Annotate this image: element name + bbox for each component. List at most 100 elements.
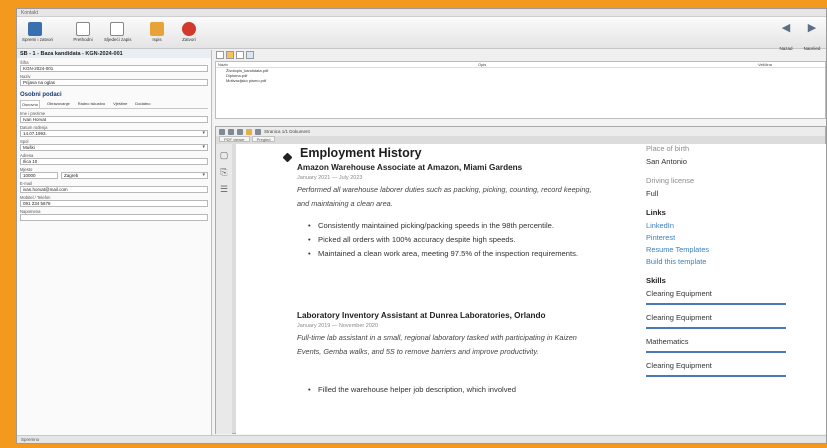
app-window: Kontakt Spremi i zatvori Prethodni Sljed… [16,8,827,444]
bookmark-icon[interactable]: ☰ [216,184,232,195]
print-icon[interactable] [237,128,243,135]
skill-item: Clearing Equipment [646,289,786,305]
list-item: Filled the warehouse helper job descript… [308,383,598,397]
field-name: Naziv Prijava na oglas [20,74,208,86]
zoom-out-icon[interactable] [228,128,234,135]
scan-icon[interactable] [246,51,254,59]
phone-input[interactable]: 091 234 5678 [20,200,208,207]
place-of-birth-value: San Antonio [646,157,687,166]
driving-license-label: Driving license [646,176,695,185]
field-full-name: Ime i prezime Ivan Horvat [20,111,208,123]
arrow-left-icon: ◀ [781,22,791,34]
close-button[interactable]: Zatvori [175,19,203,47]
attachment-row[interactable]: Motivacijsko pismo.pdf [216,78,825,83]
arrow-right-icon: ▶ [807,22,817,34]
section-marker-icon [282,152,293,163]
resume-page: Employment History Amazon Warehouse Asso… [236,144,826,434]
field-birth-date: Datum rođenja 14.07.1993. [20,125,208,137]
next-record-button[interactable]: Sljedeći zapis [103,19,132,47]
field-phone: Mobitel / Telefon 091 234 5678 [20,195,208,207]
list-item: Consistently maintained picking/packing … [308,219,598,233]
close-icon [182,22,196,36]
job-bullets: Consistently maintained picking/packing … [308,219,598,261]
viewer-toolbar: Stranica 1/1 Dokument [216,127,825,136]
skills-heading: Skills [646,276,666,285]
document-icon [110,22,124,36]
tab-pdf-viewer[interactable]: PDF viewer [219,136,250,142]
printer-icon [150,22,164,36]
driving-license-value: Full [646,189,659,198]
field-address: Adresa Ilica 10 [20,153,208,165]
skill-item: Clearing Equipment [646,313,786,329]
field-email: E-mail ivan.horvat@mail.com [20,181,208,193]
status-bar: Spremno [17,435,826,443]
job-description: Performed all warehouse laborer duties s… [297,185,592,208]
attachments-toolbar [213,50,826,61]
list-item: Picked all orders with 100% accuracy des… [308,233,598,247]
section-title: Osobni podaci [20,92,62,98]
thumbnails-icon[interactable]: ▢ [216,150,232,161]
save-file-icon[interactable] [236,51,244,59]
name-input[interactable]: Prijava na oglas [20,79,208,86]
skill-item: Clearing Equipment [646,361,786,377]
viewer-tabs: PDF viewer Pregled [216,136,825,143]
link-pinterest[interactable]: Pinterest [646,233,796,242]
main-toolbar: Spremi i zatvori Prethodni Sljedeći zapi… [17,17,826,51]
attachments-list: Naziv Opis Veličina Životopis_kandidata.… [215,61,826,119]
save-close-button[interactable]: Spremi i zatvori [21,19,53,47]
skill-item: Mathematics [646,337,786,353]
link-linkedin[interactable]: LinkedIn [646,221,796,230]
attachments-panel: Naziv Opis Veličina Životopis_kandidata.… [213,50,826,437]
tab-skills[interactable]: Vještine [112,100,128,108]
tab-experience[interactable]: Radno iskustvo [77,100,106,108]
postcode-input[interactable]: 10000 [20,172,58,179]
record-header: SB - 1 - Baza kandidata - KGN-2024-001 [17,50,211,58]
job-description: Full-time lab assistant in a small, regi… [297,333,577,356]
link-build-template[interactable]: Build this template [646,257,796,266]
job-title: Laboratory Inventory Assistant at Dunrea… [297,311,546,320]
resume-sidebar: Place of birth San Antonio Driving licen… [646,144,796,377]
list-item: Maintained a clean work area, meeting 97… [308,247,598,261]
record-tabs: Osnovno Obrazovanje Radno iskustvo Vješt… [20,100,208,109]
job-bullets: Filled the warehouse helper job descript… [308,383,598,397]
code-input[interactable]: KGN-2024-001 [20,65,208,72]
tab-preview[interactable]: Pregled [251,136,276,142]
viewer-sidebar: ▢ ⎘ ☰ [216,144,232,434]
tab-extra[interactable]: Dodatno [134,100,151,108]
nav-forward-button[interactable]: ▶ Naprijed [801,19,823,51]
job-date: January 2019 — November 2020 [297,323,379,329]
field-code: Šifra KGN-2024-001 [20,60,208,72]
birth-date-picker[interactable]: 14.07.1993. [20,130,208,137]
new-file-icon[interactable] [216,51,224,59]
notes-textarea[interactable] [20,214,208,221]
document-viewer: Stranica 1/1 Dokument PDF viewer Pregled… [215,126,826,434]
city-select[interactable]: Zagreb [61,172,208,179]
page-icon[interactable] [255,128,261,135]
email-input[interactable]: ivan.horvat@mail.com [20,186,208,193]
title-bar: Kontakt [17,9,826,17]
job-date: January 2021 — July 2023 [297,175,363,181]
record-panel: SB - 1 - Baza kandidata - KGN-2024-001 Š… [17,50,212,437]
field-notes: Napomena [20,209,208,221]
nav-back-button[interactable]: ◀ Nazad [775,19,797,51]
gender-select[interactable]: Muški [20,144,208,151]
tab-basic[interactable]: Osnovno [20,100,41,108]
print-button[interactable]: Ispis [143,19,171,47]
links-heading: Links [646,208,666,217]
attachment-icon[interactable]: ⎘ [216,167,232,178]
job-title: Amazon Warehouse Associate at Amazon, Mi… [297,163,523,172]
tab-education[interactable]: Obrazovanje [46,100,71,108]
link-resume-templates[interactable]: Resume Templates [646,245,796,254]
save-icon[interactable] [246,128,252,135]
field-city: Mjesto 10000 Zagreb [20,167,208,179]
place-of-birth-label: Place of birth [646,144,690,153]
save-icon [28,22,42,36]
address-input[interactable]: Ilica 10 [20,158,208,165]
open-folder-icon[interactable] [226,51,234,59]
previous-record-button[interactable]: Prethodni [69,19,97,47]
full-name-input[interactable]: Ivan Horvat [20,116,208,123]
zoom-in-icon[interactable] [219,128,225,135]
document-icon [76,22,90,36]
viewer-page-label: Stranica 1/1 Dokument [264,129,310,134]
field-gender: Spol Muški [20,139,208,151]
